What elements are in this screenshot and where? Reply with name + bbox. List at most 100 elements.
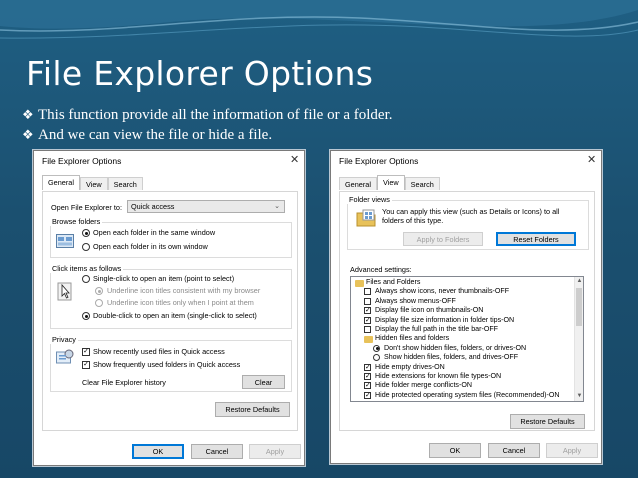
click-items-label: Click items as follows [50, 264, 124, 273]
bullet-item: ❖ This function provide all the informat… [22, 105, 393, 125]
folder-views-group: Folder views You can apply this view (su… [347, 195, 589, 250]
chevron-down-icon: ⌄ [274, 203, 280, 210]
tab-search[interactable]: Search [107, 177, 143, 190]
underline-consistent-label[interactable]: Underline icon titles consistent with my… [107, 286, 260, 295]
advanced-setting-label[interactable]: Display file size information in folder … [375, 316, 514, 324]
open-explorer-select[interactable]: Quick access ⌄ [127, 200, 285, 213]
reset-folders-button[interactable]: Reset Folders [496, 232, 576, 246]
underline-consistent-radio[interactable] [95, 287, 103, 295]
double-click-label[interactable]: Double-click to open an item (single-cli… [93, 311, 257, 320]
slide-title: File Explorer Options [26, 54, 374, 93]
folder-views-description-1: You can apply this view (such as Details… [382, 207, 560, 216]
setting-checkbox[interactable] [364, 288, 371, 296]
folder-views-icon [356, 209, 376, 227]
underline-point-label[interactable]: Underline icon titles only when I point … [107, 298, 254, 307]
scroll-up-icon[interactable]: ▲ [575, 277, 583, 286]
setting-checkbox[interactable]: ✓ [364, 373, 371, 380]
apply-button[interactable]: Apply [546, 443, 598, 458]
single-click-label[interactable]: Single-click to open an item (point to s… [93, 274, 234, 283]
dialog-title: File Explorer Options [339, 156, 419, 166]
general-tab-panel: Open File Explorer to: Quick access ⌄ Br… [42, 191, 298, 431]
advanced-setting-label: Files and Folders [366, 278, 421, 286]
single-click-radio[interactable] [82, 275, 90, 283]
same-window-label[interactable]: Open each folder in the same window [93, 228, 215, 237]
tab-bar: General View Search [339, 175, 440, 190]
tab-general[interactable]: General [339, 177, 377, 190]
advanced-settings-label: Advanced settings: [350, 265, 412, 274]
apply-to-folders-button[interactable]: Apply to Folders [403, 232, 483, 246]
pointer-icon [57, 280, 73, 302]
advanced-setting-label[interactable]: Hide extensions for known file types-ON [375, 372, 501, 380]
advanced-setting-label[interactable]: Hide empty drives-ON [375, 363, 445, 371]
same-window-radio[interactable] [82, 229, 90, 237]
advanced-setting-label[interactable]: Display file icon on thumbnails-ON [375, 306, 483, 314]
own-window-label[interactable]: Open each folder in its own window [93, 242, 208, 251]
advanced-setting-label: Hidden files and folders [375, 334, 450, 343]
cancel-button[interactable]: Cancel [191, 444, 243, 459]
browse-folders-label: Browse folders [50, 217, 103, 226]
setting-checkbox[interactable]: ✓ [364, 363, 371, 371]
bullet-item: ❖ And we can view the file or hide a fil… [22, 125, 393, 145]
show-recent-label[interactable]: Show recently used files in Quick access [93, 347, 225, 356]
file-explorer-options-view-dialog: File Explorer Options ✕ General View Sea… [330, 150, 602, 464]
advanced-settings-list[interactable]: Files and Folders Always show icons, neve… [350, 276, 584, 402]
tab-view[interactable]: View [376, 175, 405, 190]
ok-button[interactable]: OK [132, 444, 184, 459]
restore-defaults-button[interactable]: Restore Defaults [215, 402, 290, 417]
show-recent-checkbox[interactable]: ✓ [82, 348, 90, 356]
advanced-setting-label[interactable]: Always show menus-OFF [375, 297, 456, 305]
scrollbar-thumb[interactable] [576, 288, 582, 326]
privacy-icon [56, 349, 74, 365]
click-items-group: Click items as follows Single-click to o… [50, 264, 292, 329]
scroll-down-icon[interactable]: ▼ [575, 392, 583, 401]
own-window-radio[interactable] [82, 243, 90, 251]
privacy-group: Privacy ✓ Show recently used files in Qu… [50, 335, 292, 392]
folder-icon [355, 280, 364, 287]
show-frequent-label[interactable]: Show frequently used folders in Quick ac… [93, 360, 240, 369]
apply-button[interactable]: Apply [249, 444, 301, 459]
tab-general[interactable]: General [42, 175, 80, 190]
double-click-radio[interactable] [82, 312, 90, 320]
browse-folders-icon [56, 234, 74, 248]
restore-defaults-button[interactable]: Restore Defaults [510, 414, 585, 429]
advanced-setting-label[interactable]: Hide folder merge conflicts-ON [375, 381, 472, 389]
setting-radio[interactable] [373, 354, 380, 362]
close-icon[interactable]: ✕ [290, 153, 299, 166]
advanced-setting-label[interactable]: Always show icons, never thumbnails-OFF [375, 287, 509, 295]
underline-point-radio[interactable] [95, 299, 103, 307]
dialog-title: File Explorer Options [42, 156, 122, 166]
clear-history-button[interactable]: Clear [242, 375, 285, 389]
advanced-setting-label[interactable]: Don't show hidden files, folders, or dri… [384, 344, 526, 352]
cancel-button[interactable]: Cancel [488, 443, 540, 458]
setting-checkbox[interactable]: ✓ [364, 382, 371, 390]
setting-checkbox[interactable] [364, 326, 371, 333]
tab-view[interactable]: View [79, 177, 108, 190]
setting-checkbox[interactable]: ✓ [364, 307, 371, 315]
advanced-setting-label[interactable]: Show hidden files, folders, and drives-O… [384, 353, 518, 361]
close-icon[interactable]: ✕ [587, 153, 596, 166]
setting-checkbox[interactable]: ✓ [364, 316, 371, 324]
scrollbar[interactable]: ▲ ▼ [574, 277, 583, 401]
file-explorer-options-general-dialog: File Explorer Options ✕ General View Sea… [33, 150, 305, 466]
folder-icon [364, 336, 373, 344]
ok-button[interactable]: OK [429, 443, 481, 458]
tab-bar: General View Search [42, 175, 143, 190]
clear-history-label: Clear File Explorer history [82, 378, 166, 387]
advanced-setting-label[interactable]: Display the full path in the title bar-O… [375, 325, 498, 333]
diamond-bullet-icon: ❖ [22, 127, 34, 142]
setting-checkbox[interactable]: ✓ [364, 391, 371, 399]
folder-views-description-2: folders of this type. [382, 216, 444, 225]
show-frequent-checkbox[interactable]: ✓ [82, 361, 90, 369]
setting-radio[interactable] [373, 344, 380, 352]
browse-folders-group: Browse folders Open each folder in the s… [50, 217, 292, 258]
setting-checkbox[interactable] [364, 297, 371, 305]
open-explorer-label: Open File Explorer to: [51, 203, 122, 212]
folder-views-label: Folder views [347, 195, 392, 204]
bullet-text: And we can view the file or hide a file. [38, 126, 273, 143]
bullet-list: ❖ This function provide all the informat… [22, 105, 393, 145]
view-tab-panel: Folder views You can apply this view (su… [339, 191, 595, 431]
privacy-label: Privacy [50, 335, 78, 344]
diamond-bullet-icon: ❖ [22, 107, 34, 122]
tab-search[interactable]: Search [404, 177, 440, 190]
advanced-setting-label[interactable]: Hide protected operating system files (R… [375, 391, 560, 399]
